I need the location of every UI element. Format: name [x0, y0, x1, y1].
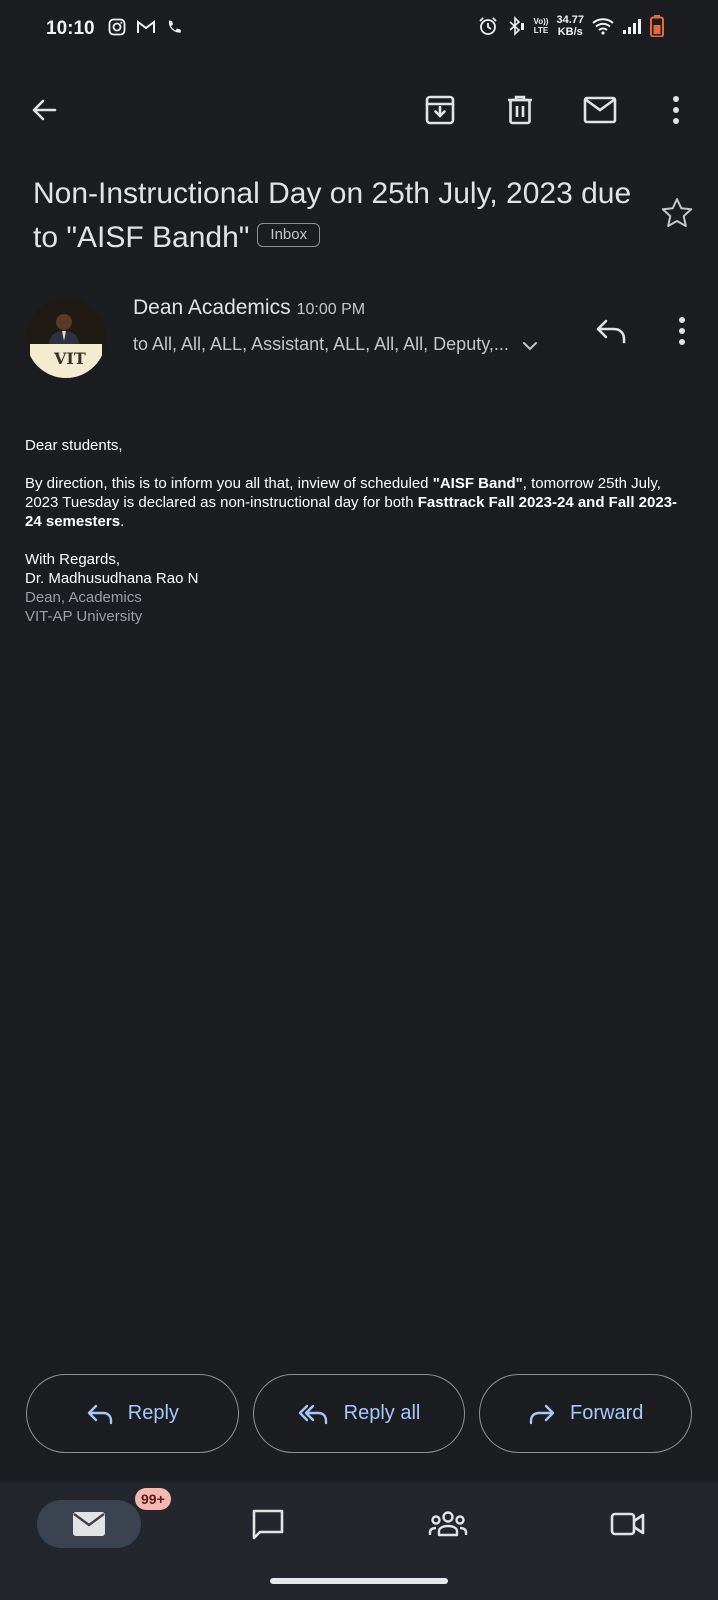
sender-name[interactable]: Dean Academics: [133, 296, 291, 319]
email-toolbar: [0, 82, 718, 138]
home-indicator[interactable]: [270, 1578, 448, 1584]
inbox-label-chip[interactable]: Inbox: [257, 223, 321, 248]
alarm-icon: [478, 17, 497, 35]
reply-icon: [596, 319, 626, 344]
message-more-button[interactable]: [662, 316, 702, 356]
signal-icon: [623, 19, 641, 34]
nav-chat[interactable]: [216, 1500, 320, 1548]
reply-all-icon: [298, 1404, 327, 1424]
bluetooth-icon: [508, 16, 524, 36]
more-vert-icon: [673, 96, 679, 124]
forward-icon: [529, 1404, 555, 1424]
email-time: 10:00 PM: [296, 301, 366, 318]
status-bar: 10:10 Vo)) LTE 34.77 KB/s: [0, 0, 718, 60]
email-subject: Non-Instructional Day on 25th July, 2023…: [33, 172, 643, 260]
gmail-icon: [137, 20, 155, 33]
subject-text: Non-Instructional Day on 25th July, 2023…: [33, 177, 632, 254]
lte-label: LTE: [533, 26, 549, 35]
chat-icon: [252, 1509, 284, 1540]
avatar-logo-text: VIT: [53, 349, 86, 368]
reply-icon: [87, 1404, 112, 1424]
more-vert-icon: [679, 317, 685, 345]
recipients-toggle[interactable]: to All, All, ALL, Assistant, ALL, All, A…: [133, 334, 543, 355]
back-button[interactable]: [24, 90, 64, 130]
battery-icon: [650, 15, 664, 37]
video-camera-icon: [610, 1512, 645, 1536]
reply-label: Reply: [127, 1402, 179, 1424]
reply-actions: Reply Reply all Forward: [26, 1374, 693, 1454]
network-speed-value: 34.77: [556, 14, 584, 26]
phone-icon: [168, 20, 181, 33]
arrow-left-icon: [32, 99, 57, 121]
reply-all-label: Reply all: [343, 1402, 421, 1424]
trash-icon: [508, 95, 532, 125]
archive-button[interactable]: [420, 90, 460, 130]
forward-button[interactable]: Forward: [479, 1374, 693, 1453]
mail-icon: [73, 1512, 105, 1536]
wifi-icon: [592, 18, 614, 35]
delete-button[interactable]: [500, 90, 540, 130]
archive-icon: [425, 95, 455, 125]
avatar-photo: VIT: [26, 298, 106, 378]
reply-all-button[interactable]: Reply all: [252, 1374, 466, 1453]
reply-button[interactable]: Reply: [26, 1374, 239, 1453]
status-time: 10:10: [46, 18, 95, 39]
body-paragraph: By direction, this is to inform you all …: [25, 475, 678, 530]
nav-mail[interactable]: 99+: [37, 1488, 171, 1548]
chevron-down-icon: [522, 341, 537, 350]
star-button[interactable]: [660, 196, 696, 232]
more-options-button[interactable]: [656, 90, 696, 130]
unread-badge: 99+: [135, 1488, 171, 1510]
body-greeting: Dear students,: [25, 437, 123, 454]
email-body: Dear students, By direction, this is to …: [25, 436, 685, 626]
mark-unread-button[interactable]: [580, 90, 620, 130]
sender-avatar[interactable]: VIT: [26, 298, 106, 378]
recipients-text: to All, All, ALL, Assistant, ALL, All, A…: [133, 334, 509, 354]
nav-meet[interactable]: [576, 1500, 680, 1548]
mail-icon: [583, 96, 617, 124]
nav-spaces[interactable]: [396, 1500, 500, 1548]
network-speed-unit: KB/s: [557, 26, 583, 38]
volte-label: Vo)): [533, 17, 549, 26]
instagram-icon: [108, 18, 126, 36]
forward-label: Forward: [570, 1402, 644, 1424]
signature: With Regards, Dr. Madhusudhana Rao N Dea…: [25, 551, 199, 625]
people-group-icon: [428, 1511, 468, 1537]
star-icon: [661, 198, 693, 227]
quick-reply-button[interactable]: [594, 316, 634, 356]
